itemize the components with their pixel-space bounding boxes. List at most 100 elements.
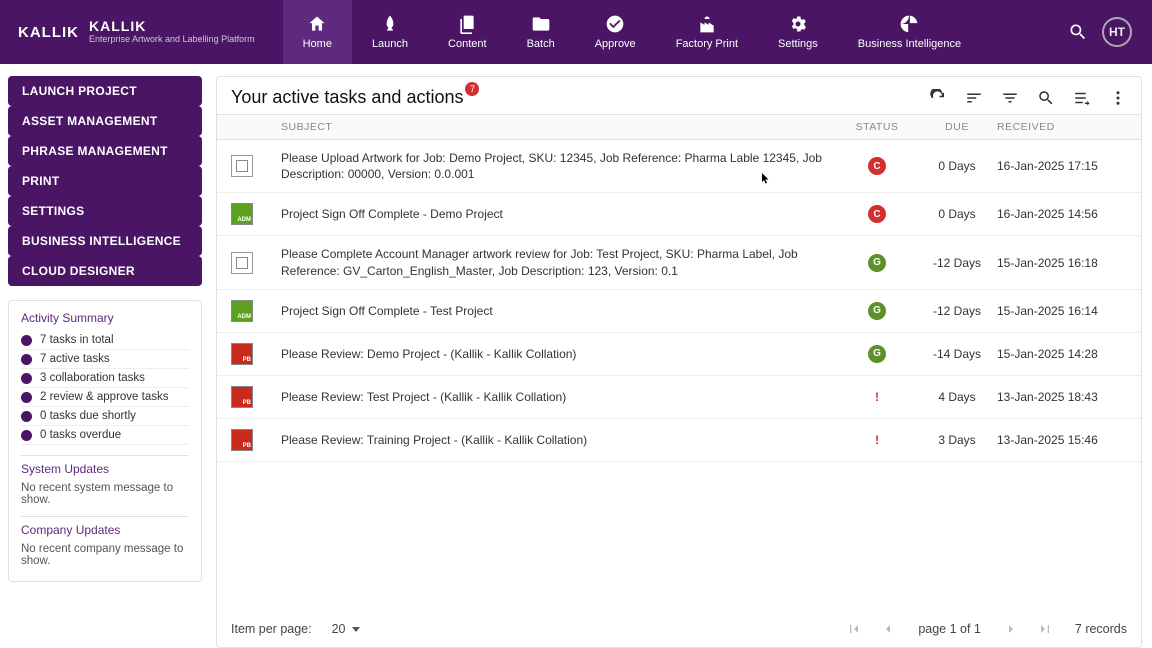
content-icon	[457, 14, 477, 34]
more-icon[interactable]	[1109, 89, 1127, 107]
nav-item-launch[interactable]: Launch	[352, 0, 428, 64]
company-updates-title: Company Updates	[21, 516, 189, 537]
refresh-icon[interactable]	[929, 89, 947, 107]
task-received: 13-Jan-2025 18:43	[997, 390, 1127, 404]
ipp-select[interactable]: 20	[332, 622, 360, 636]
avatar[interactable]: HT	[1102, 17, 1132, 47]
card-title-text: Your active tasks and actions	[231, 87, 463, 107]
status-badge: C	[868, 157, 886, 175]
col-due[interactable]: DUE	[917, 121, 997, 133]
last-page-icon[interactable]	[1037, 621, 1053, 637]
nav-item-factory-print[interactable]: Factory Print	[656, 0, 758, 64]
table-row[interactable]: Please Complete Account Manager artwork …	[217, 236, 1141, 289]
filter-icon[interactable]	[1001, 89, 1019, 107]
activity-text: 0 tasks overdue	[40, 429, 121, 441]
sidebar-panel: Activity Summary 7 tasks in total7 activ…	[8, 300, 202, 582]
table-row[interactable]: PBPlease Review: Demo Project - (Kallik …	[217, 333, 1141, 376]
search-icon[interactable]	[1068, 22, 1088, 42]
sidebar: LAUNCH PROJECTASSET MANAGEMENTPHRASE MAN…	[0, 64, 210, 648]
task-type-icon: ADM	[231, 300, 253, 322]
nav-item-home[interactable]: Home	[283, 0, 352, 64]
search-icon[interactable]	[1037, 89, 1055, 107]
bullet-icon	[21, 411, 32, 422]
page-label: page 1 of 1	[918, 622, 981, 636]
card-header: Your active tasks and actions 7	[217, 77, 1141, 114]
main: Your active tasks and actions 7 SUBJECT …	[210, 64, 1152, 648]
activity-row: 0 tasks due shortly	[21, 407, 189, 426]
table-row[interactable]: PBPlease Review: Test Project - (Kallik …	[217, 376, 1141, 419]
nav-item-batch[interactable]: Batch	[507, 0, 575, 64]
col-status[interactable]: STATUS	[837, 121, 917, 133]
nav-label: Factory Print	[676, 38, 738, 50]
task-type-icon	[231, 155, 253, 177]
company-updates-msg: No recent company message to show.	[21, 543, 189, 567]
task-due: -14 Days	[917, 347, 997, 361]
settings-icon	[788, 14, 808, 34]
batch-icon	[531, 14, 551, 34]
topbar-right: HT	[1068, 0, 1152, 64]
task-due: 0 Days	[917, 159, 997, 173]
status-badge: C	[868, 205, 886, 223]
ipp-value: 20	[332, 622, 346, 636]
activity-summary-title: Activity Summary	[21, 311, 189, 325]
list-settings-icon[interactable]	[1073, 89, 1091, 107]
tasks-card: Your active tasks and actions 7 SUBJECT …	[216, 76, 1142, 648]
nav-item-settings[interactable]: Settings	[758, 0, 838, 64]
task-due: -12 Days	[917, 256, 997, 270]
cursor-icon	[760, 172, 772, 184]
top-nav: Home LaunchContent Batch Approve Factory Pri…	[283, 0, 982, 64]
card-footer: Item per page: 20 page 1 of 1 7 reco	[217, 613, 1141, 647]
sidebar-btn-business-intelligence[interactable]: BUSINESS INTELLIGENCE	[8, 226, 202, 256]
sidebar-btn-settings[interactable]: SETTINGS	[8, 196, 202, 226]
nav-item-approve[interactable]: Approve	[575, 0, 656, 64]
nav-item-business-intelligence[interactable]: Business Intelligence	[838, 0, 981, 64]
brand-logo: KALLIK	[18, 24, 79, 41]
table-row[interactable]: ADM Project Sign Off Complete - Test Proj…	[217, 290, 1141, 333]
task-type-icon: PB	[231, 429, 253, 451]
prev-page-icon[interactable]	[880, 621, 896, 637]
table-row[interactable]: ADMProject Sign Off Complete - Demo Proj…	[217, 193, 1141, 236]
brand: KALLIK KALLIK Enterprise Artwork and Lab…	[0, 0, 273, 64]
brand-sub: KALLIK Enterprise Artwork and Labelling …	[89, 19, 255, 44]
sidebar-btn-launch-project[interactable]: LAUNCH PROJECT	[8, 76, 202, 106]
task-subject: Project Sign Off Complete - Test Project	[281, 303, 837, 319]
sidebar-btn-print[interactable]: PRINT	[8, 166, 202, 196]
task-subject: Project Sign Off Complete - Demo Project	[281, 206, 837, 222]
business-intelligence-icon	[899, 14, 919, 34]
activity-row: 3 collaboration tasks	[21, 369, 189, 388]
bullet-icon	[21, 335, 32, 346]
sidebar-btn-phrase-management[interactable]: PHRASE MANAGEMENT	[8, 136, 202, 166]
bullet-icon	[21, 430, 32, 441]
col-subject[interactable]: SUBJECT	[281, 121, 837, 133]
activity-row: 0 tasks overdue	[21, 426, 189, 445]
nav-item-content[interactable]: Content	[428, 0, 507, 64]
status-badge: G	[868, 302, 886, 320]
activity-row: 7 tasks in total	[21, 331, 189, 350]
next-page-icon[interactable]	[1003, 621, 1019, 637]
nav-label: Home	[303, 38, 332, 50]
table-row[interactable]: Please Upload Artwork for Job: Demo Proj…	[217, 140, 1141, 193]
card-title: Your active tasks and actions 7	[231, 87, 463, 108]
activity-text: 2 review & approve tasks	[40, 391, 168, 403]
approve-icon	[605, 14, 625, 34]
sort-icon[interactable]	[965, 89, 983, 107]
task-due: 3 Days	[917, 433, 997, 447]
launch-icon	[380, 14, 400, 34]
records-label: 7 records	[1075, 622, 1127, 636]
sidebar-btn-cloud-designer[interactable]: CLOUD DESIGNER	[8, 256, 202, 286]
col-received[interactable]: RECEIVED	[997, 121, 1127, 133]
nav-label: Batch	[527, 38, 555, 50]
bullet-icon	[21, 373, 32, 384]
task-type-icon: PB	[231, 343, 253, 365]
pager: page 1 of 1 7 records	[846, 621, 1127, 637]
task-subject: Please Review: Test Project - (Kallik - …	[281, 389, 837, 405]
table-row[interactable]: PBPlease Review: Training Project - (Kal…	[217, 419, 1141, 462]
task-received: 16-Jan-2025 17:15	[997, 159, 1127, 173]
task-received: 16-Jan-2025 14:56	[997, 207, 1127, 221]
sidebar-btn-asset-management[interactable]: ASSET MANAGEMENT	[8, 106, 202, 136]
system-updates-msg: No recent system message to show.	[21, 482, 189, 506]
first-page-icon[interactable]	[846, 621, 862, 637]
card-actions	[929, 89, 1127, 107]
tasks-count-badge: 7	[465, 82, 479, 96]
activity-row: 7 active tasks	[21, 350, 189, 369]
